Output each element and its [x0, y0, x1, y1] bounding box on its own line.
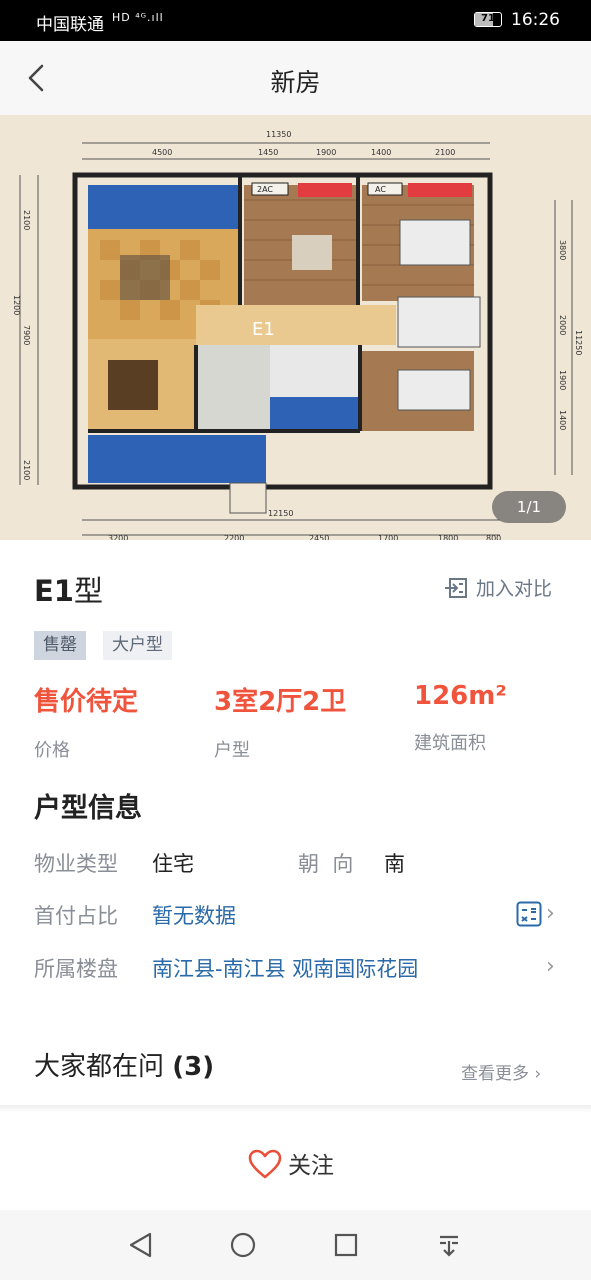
property-type-value: 住宅: [152, 852, 194, 876]
svg-text:1700: 1700: [378, 534, 398, 540]
unit-name: E1型: [34, 568, 103, 610]
clock: 16:26: [511, 10, 560, 30]
qa-section-title: 大家都在问 (3): [34, 1046, 214, 1083]
chevron-right-icon: ›: [546, 901, 555, 926]
badge-large-unit: 大户型: [103, 631, 172, 660]
qa-title: 大家都在问: [34, 1052, 165, 1082]
qa-count: (3): [172, 1052, 215, 1082]
follow-button[interactable]: 关注: [248, 1146, 334, 1180]
price-value: 售价待定: [34, 687, 139, 717]
property-type-label: 物业类型: [34, 852, 118, 876]
svg-text:2100: 2100: [435, 148, 455, 157]
calculator-icon: [516, 901, 542, 927]
system-nav-bar: [0, 1210, 591, 1280]
compare-icon: [445, 578, 467, 598]
orientation-value: 南: [384, 852, 405, 876]
follow-bar: 关注: [0, 1113, 591, 1210]
svg-text:1800: 1800: [438, 534, 458, 540]
svg-text:7900: 7900: [22, 325, 31, 345]
estate-link[interactable]: 南江县-南江县 观南国际花园: [152, 953, 418, 983]
down-payment-value: 暂无数据: [152, 904, 236, 928]
svg-text:3800: 3800: [558, 240, 567, 260]
svg-text:1450: 1450: [258, 148, 278, 157]
add-to-compare-button[interactable]: 加入对比: [444, 574, 552, 601]
floor-plan-image[interactable]: 11350 4500 1450 1900 1400 2100 12150 320…: [0, 115, 591, 540]
layout-label: 户型: [214, 740, 250, 761]
orientation-label: 朝 向: [298, 852, 354, 876]
svg-text:2000: 2000: [558, 315, 567, 335]
system-notification-button[interactable]: [434, 1230, 464, 1260]
nav-bar: 新房: [0, 41, 591, 115]
svg-text:AC: AC: [375, 185, 386, 194]
status-bar: 中国联通 HD ⁴ᴳ.ıll 71 16:26: [0, 0, 591, 41]
view-more-label: 查看更多: [461, 1064, 529, 1084]
battery-level: 71: [481, 13, 495, 24]
compare-label: 加入对比: [476, 578, 553, 600]
svg-text:1900: 1900: [316, 148, 336, 157]
svg-text:3200: 3200: [108, 534, 128, 540]
svg-text:800: 800: [486, 534, 501, 540]
svg-text:1400: 1400: [558, 410, 567, 430]
svg-text:2450: 2450: [309, 534, 329, 540]
estate-label: 所属楼盘: [34, 957, 118, 981]
calculator-button[interactable]: [516, 901, 542, 931]
follow-label: 关注: [288, 1153, 334, 1179]
layout-stat: 3室2厅2卫 户型: [214, 681, 346, 762]
unit-code: E1: [34, 574, 74, 608]
svg-text:2100: 2100: [22, 210, 31, 230]
carrier-name: 中国联通: [36, 15, 104, 35]
triangle-back-icon: [129, 1232, 152, 1258]
unit-suffix: 型: [74, 574, 104, 608]
price-stat: 售价待定 价格: [34, 681, 138, 762]
svg-text:2200: 2200: [224, 534, 244, 540]
circle-home-icon: [230, 1232, 256, 1258]
area-stat: 126m² 建筑面积: [414, 681, 507, 755]
system-home-button[interactable]: [228, 1230, 258, 1260]
area-label: 建筑面积: [414, 733, 486, 754]
svg-text:E1: E1: [252, 319, 275, 340]
square-recents-icon: [334, 1233, 358, 1257]
system-recents-button[interactable]: [331, 1230, 361, 1260]
svg-text:1900: 1900: [558, 370, 567, 390]
floor-plan-drawing: 11350 4500 1450 1900 1400 2100 12150 320…: [0, 115, 591, 540]
svg-text:4500: 4500: [152, 148, 172, 157]
heart-icon: [248, 1149, 282, 1179]
view-more-link[interactable]: 查看更多 ›: [461, 1059, 541, 1084]
svg-text:1200: 1200: [12, 295, 21, 315]
image-counter: 1/1: [492, 491, 566, 523]
system-back-button[interactable]: [126, 1230, 156, 1260]
pull-down-icon: [440, 1235, 458, 1257]
section-title-unit-info: 户型信息: [34, 793, 142, 824]
divider: [0, 1105, 591, 1113]
svg-text:2100: 2100: [22, 460, 31, 480]
svg-text:2AC: 2AC: [257, 185, 273, 194]
layout-value: 3室2厅2卫: [214, 687, 347, 717]
plan-dim-top-total: 11350: [266, 130, 291, 139]
signal-icon: HD ⁴ᴳ.ıll: [112, 11, 164, 24]
svg-text:11250: 11250: [574, 330, 583, 355]
battery-icon: 71: [474, 12, 502, 27]
price-label: 价格: [34, 740, 70, 761]
chevron-right-icon: ›: [534, 1064, 542, 1084]
svg-text:1400: 1400: [371, 148, 391, 157]
svg-text:12150: 12150: [268, 509, 293, 518]
page-title: 新房: [270, 68, 321, 97]
area-value: 126m²: [414, 681, 507, 711]
down-payment-label: 首付占比: [34, 904, 118, 928]
status-badge-sold-out: 售罄: [34, 631, 86, 660]
chevron-right-icon: ›: [546, 954, 555, 979]
